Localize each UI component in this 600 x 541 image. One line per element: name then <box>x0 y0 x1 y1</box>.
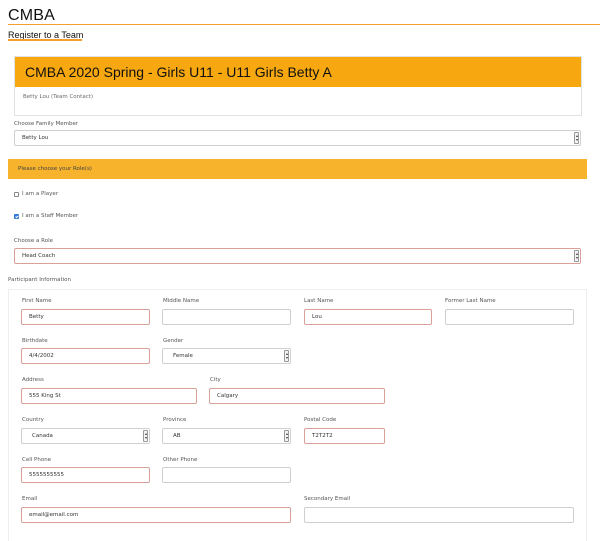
first-name-field[interactable]: Betty <box>21 309 150 325</box>
secondary-email-field[interactable] <box>304 507 574 523</box>
family-member-label: Choose Family Member <box>14 121 79 127</box>
country-label: Country <box>22 417 44 423</box>
first-name-value: Betty <box>29 314 44 320</box>
select-arrows-icon <box>574 250 579 262</box>
former-last-name-field[interactable] <box>445 309 574 325</box>
player-checkbox[interactable] <box>14 191 19 197</box>
former-last-name-label: Former Last Name <box>445 298 496 304</box>
middle-name-label: Middle Name <box>163 298 200 304</box>
province-value: AB <box>173 433 181 439</box>
first-name-label: First Name <box>22 298 52 304</box>
cell-phone-value: 5555555555 <box>29 472 64 478</box>
player-checkbox-label: I am a Player <box>22 191 59 197</box>
secondary-email-label: Secondary Email <box>304 496 351 502</box>
country-value: Canada <box>32 433 53 439</box>
email-label: Email <box>22 496 38 502</box>
last-name-value: Lou <box>312 314 322 320</box>
birthdate-value: 4/4/2002 <box>29 353 54 359</box>
address-value: 555 King St <box>29 393 61 399</box>
gender-value: Female <box>173 353 193 359</box>
team-contact: Betty Lou (Team Contact) <box>23 94 94 100</box>
city-value: Calgary <box>217 393 239 399</box>
birthdate-field[interactable]: 4/4/2002 <box>21 348 150 364</box>
last-name-label: Last Name <box>304 298 334 304</box>
select-arrows-icon <box>284 350 289 362</box>
role-label: Choose a Role <box>14 238 54 244</box>
country-select[interactable]: Canada <box>21 428 150 444</box>
player-checkbox-row[interactable]: I am a Player <box>14 191 58 197</box>
staff-checkbox-row[interactable]: I am a Staff Member <box>14 213 78 219</box>
postal-code-value: T2T2T2 <box>312 433 333 439</box>
city-field[interactable]: Calgary <box>209 388 385 404</box>
address-label: Address <box>22 377 44 383</box>
participant-section-label: Participant Information <box>8 277 72 283</box>
staff-checkbox[interactable] <box>14 213 19 219</box>
province-label: Province <box>163 417 187 423</box>
team-name-heading: CMBA 2020 Spring - Girls U11 - U11 Girls… <box>15 57 581 87</box>
cell-phone-field[interactable]: 5555555555 <box>21 467 150 483</box>
birthdate-label: Birthdate <box>22 338 48 344</box>
role-select[interactable]: Head Coach <box>14 248 581 264</box>
other-phone-label: Other Phone <box>163 457 198 463</box>
staff-checkbox-label: I am a Staff Member <box>22 213 79 219</box>
site-title: CMBA <box>8 7 56 24</box>
gender-label: Gender <box>163 338 184 344</box>
postal-code-label: Postal Code <box>304 417 337 423</box>
role-value: Head Coach <box>22 253 56 259</box>
select-arrows-icon <box>574 132 579 144</box>
breadcrumb-underline <box>8 39 82 41</box>
city-label: City <box>210 377 221 383</box>
email-value: email@email.com <box>29 512 79 518</box>
other-phone-field[interactable] <box>162 467 291 483</box>
family-member-select[interactable]: Betty Lou <box>14 130 581 146</box>
last-name-field[interactable]: Lou <box>304 309 432 325</box>
address-field[interactable]: 555 King St <box>21 388 197 404</box>
select-arrows-icon <box>284 430 289 442</box>
team-card: CMBA 2020 Spring - Girls U11 - U11 Girls… <box>14 56 582 116</box>
title-underline <box>8 24 600 25</box>
gender-select[interactable]: Female <box>162 348 291 364</box>
cell-phone-label: Cell Phone <box>22 457 52 463</box>
middle-name-field[interactable] <box>162 309 291 325</box>
roles-banner: Please choose your Role(s) <box>8 159 587 179</box>
email-field[interactable]: email@email.com <box>21 507 291 523</box>
province-select[interactable]: AB <box>162 428 291 444</box>
family-member-value: Betty Lou <box>22 135 49 141</box>
postal-code-field[interactable]: T2T2T2 <box>304 428 385 444</box>
participant-panel <box>8 289 587 541</box>
select-arrows-icon <box>143 430 148 442</box>
